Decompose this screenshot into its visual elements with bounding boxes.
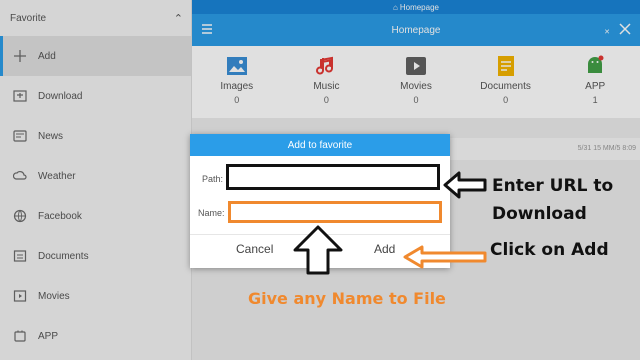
annotation-click-add: Click on Add: [490, 240, 609, 260]
path-label: Path:: [202, 174, 224, 184]
annotation-download: Download: [492, 204, 587, 224]
annotation-give-name: Give any Name to File: [248, 289, 446, 308]
name-label: Name:: [198, 208, 225, 218]
arrow-left-orange-icon: [403, 245, 487, 269]
arrow-up-icon: [293, 225, 343, 275]
add-button[interactable]: Add: [374, 242, 395, 256]
arrow-left-icon: [443, 171, 487, 199]
dialog-title: Add to favorite: [190, 134, 450, 156]
annotation-enter-url: Enter URL to: [492, 176, 614, 196]
cancel-button[interactable]: Cancel: [236, 242, 273, 256]
path-input[interactable]: [226, 164, 440, 190]
name-input[interactable]: [228, 201, 442, 223]
